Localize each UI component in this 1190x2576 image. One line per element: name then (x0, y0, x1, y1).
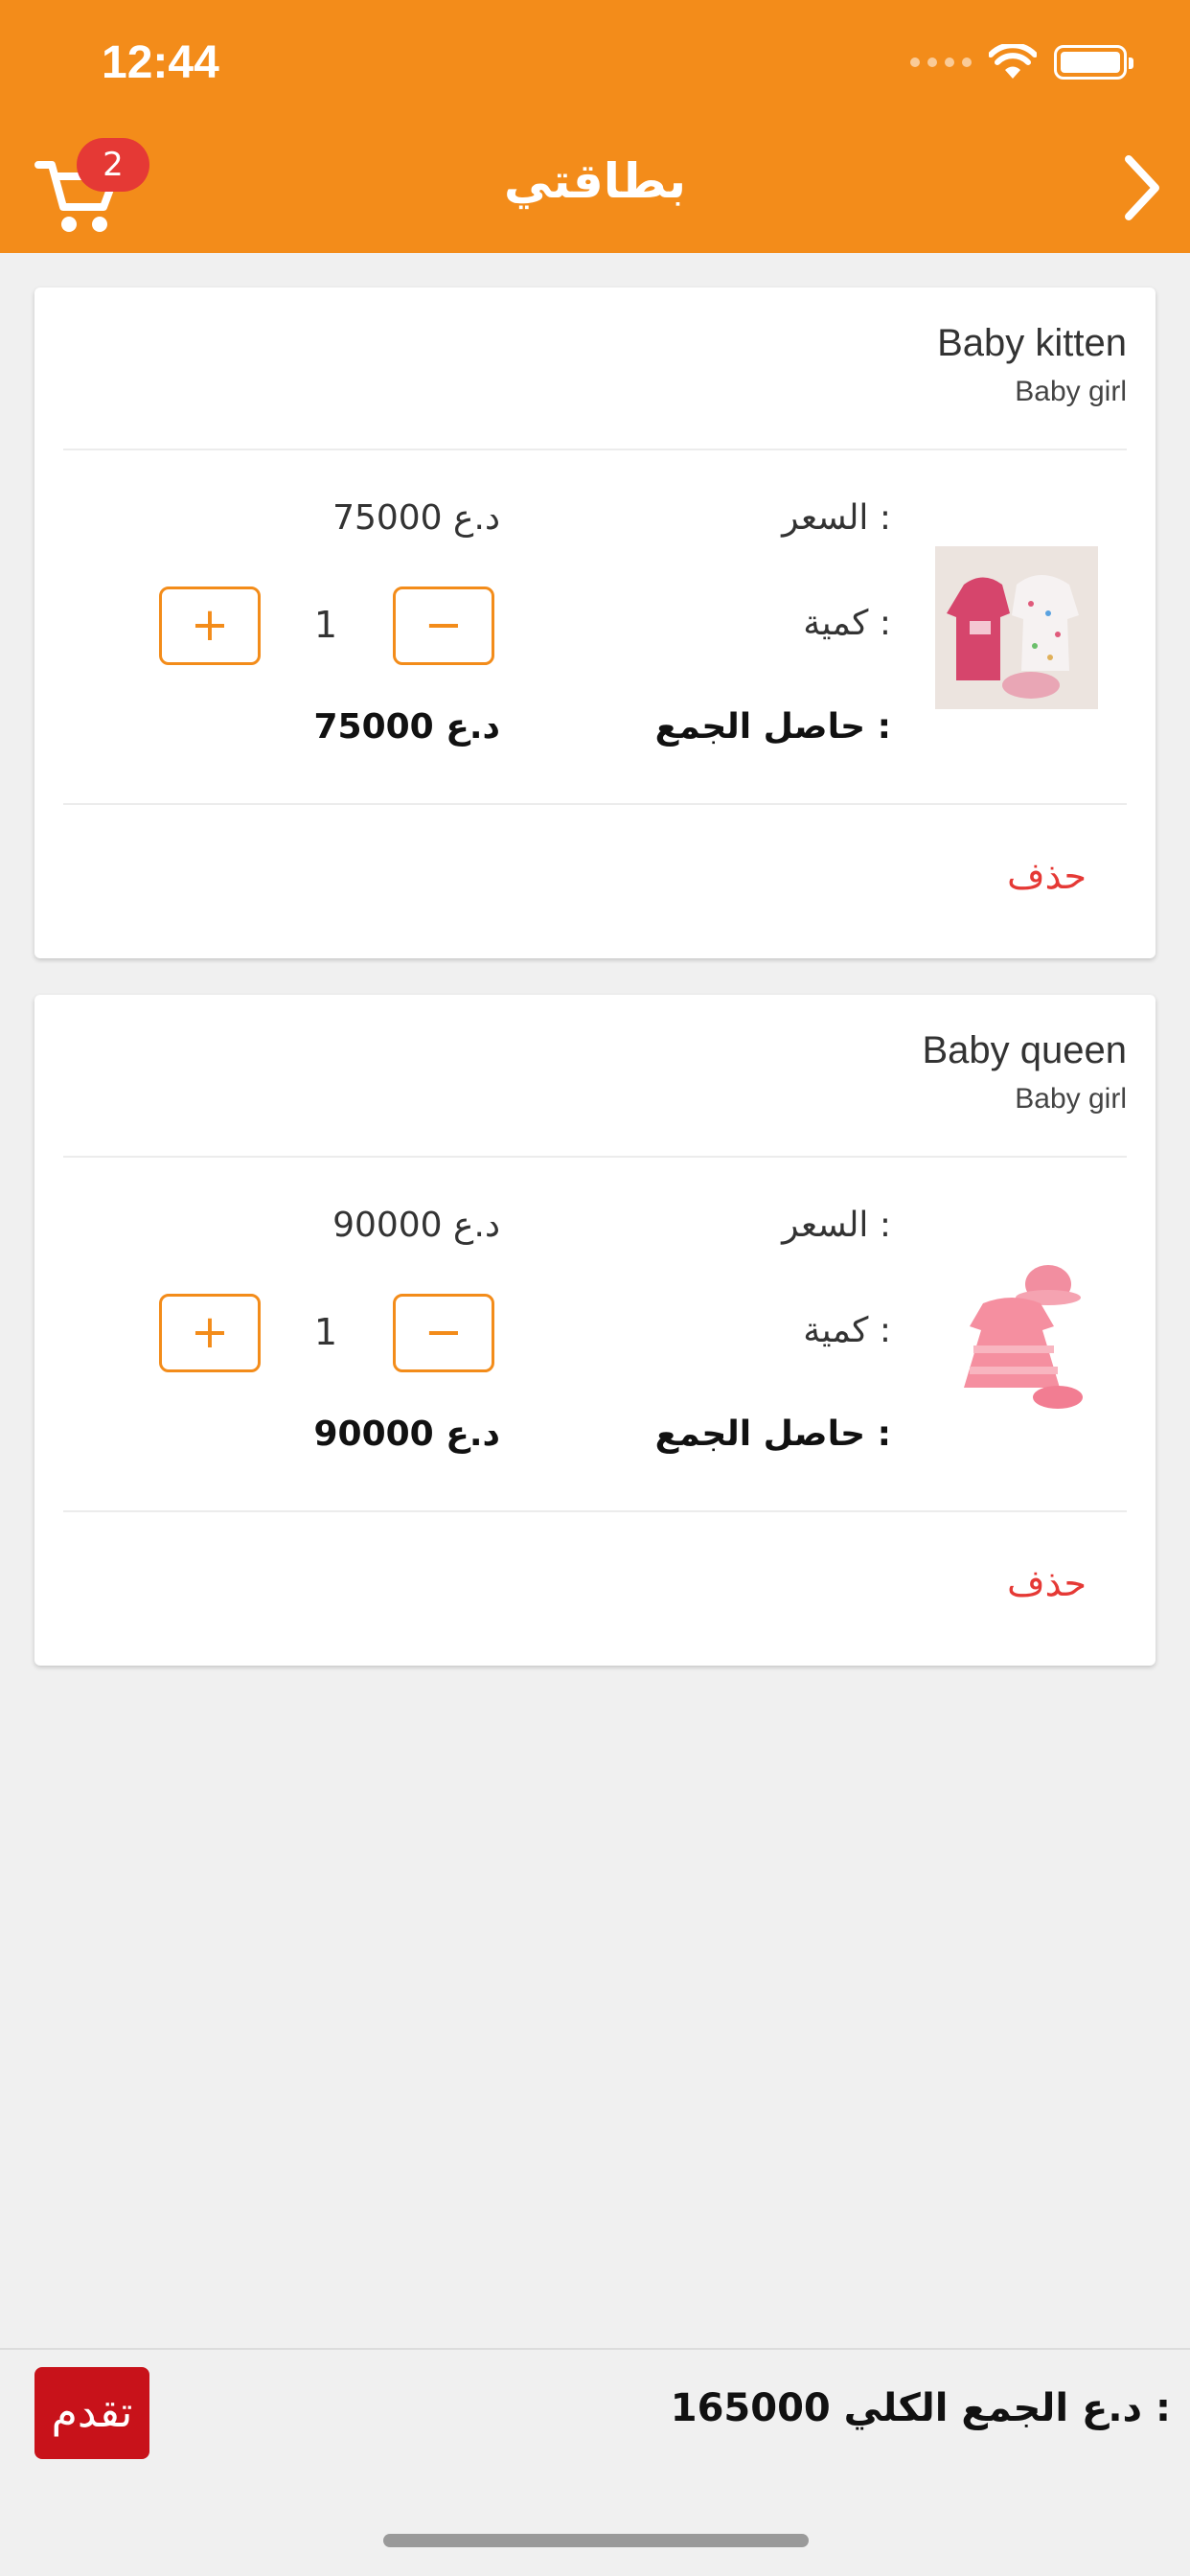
price-value: 90000 د.ع (332, 1206, 500, 1245)
increase-qty-button[interactable]: + (159, 1294, 261, 1372)
product-name: Baby queen (922, 1029, 1127, 1071)
battery-icon (1054, 45, 1133, 80)
divider (63, 803, 1127, 805)
divider (63, 1156, 1127, 1158)
subtotal-value: 75000 د.ع (313, 707, 500, 747)
decrease-qty-button[interactable]: − (393, 586, 494, 665)
price-value: 75000 د.ع (332, 498, 500, 538)
status-icons (910, 44, 1133, 80)
divider (63, 1510, 1127, 1512)
divider (63, 448, 1127, 450)
delete-button[interactable]: حذف (1007, 1562, 1087, 1604)
page-title: بطاقتي (504, 153, 686, 209)
product-image (935, 1254, 1098, 1416)
wifi-icon (989, 44, 1037, 79)
delete-button[interactable]: حذف (1007, 855, 1087, 897)
price-label: السعر : (782, 498, 891, 538)
grand-total: 165000 د.ع الجمع الكلي : (671, 2386, 1171, 2430)
increase-qty-button[interactable]: + (159, 586, 261, 665)
quantity-label: كمية : (803, 604, 891, 643)
product-category: Baby girl (1015, 376, 1127, 407)
product-category: Baby girl (1015, 1083, 1127, 1115)
app-header: 12:44 2 بطاقتي (0, 0, 1190, 253)
decrease-qty-button[interactable]: − (393, 1294, 494, 1372)
cart-item-card: Baby queen Baby girl السعر : 90000 د.ع ك… (34, 995, 1156, 1666)
price-label: السعر : (782, 1206, 891, 1245)
home-indicator[interactable] (383, 2534, 809, 2547)
status-time: 12:44 (102, 37, 219, 88)
signal-icon (910, 58, 972, 67)
quantity-value: 1 (313, 1311, 338, 1353)
product-name: Baby kitten (937, 322, 1127, 364)
subtotal-label: حاصل الجمع : (654, 707, 891, 747)
product-image (935, 546, 1098, 709)
proceed-button[interactable]: تقدم (34, 2367, 149, 2459)
quantity-label: كمية : (803, 1311, 891, 1350)
chevron-right-icon[interactable] (1113, 150, 1171, 226)
subtotal-value: 90000 د.ع (313, 1414, 500, 1454)
subtotal-label: حاصل الجمع : (654, 1414, 891, 1454)
quantity-value: 1 (313, 604, 338, 646)
cart-item-card: Baby kitten Baby girl السعر : 75000 د.ع … (34, 288, 1156, 958)
